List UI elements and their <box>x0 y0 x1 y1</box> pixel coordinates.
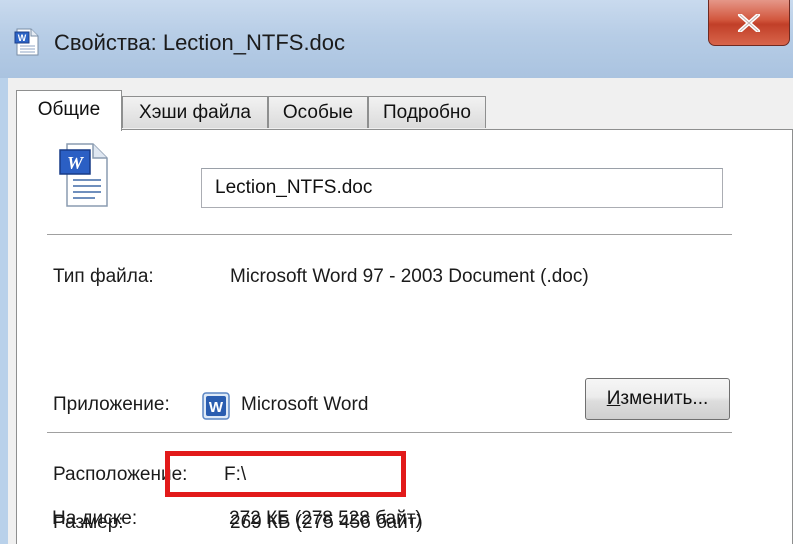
on-disk-label: На диске: <box>52 508 138 529</box>
dialog-client-area: Общие Хэши файла Особые Подробно W Тип ф… <box>8 78 793 544</box>
tab-file-hashes[interactable]: Хэши файла <box>122 96 268 128</box>
general-tab-panel: W Тип файла: Microsoft Word 97 - 2003 Do… <box>16 129 793 544</box>
svg-text:W: W <box>67 153 85 173</box>
tab-special[interactable]: Особые <box>268 96 368 128</box>
change-button-label: зменить... <box>620 388 709 409</box>
change-button[interactable]: Изменить... <box>585 378 730 420</box>
svg-text:W: W <box>209 399 224 416</box>
window-title: Свойства: Lection_NTFS.doc <box>54 30 346 55</box>
svg-text:W: W <box>18 33 27 43</box>
close-icon <box>738 14 760 32</box>
word-document-icon: W <box>59 143 108 207</box>
change-button-hotkey: И <box>606 388 621 409</box>
tab-general[interactable]: Общие <box>16 90 122 131</box>
file-name-input[interactable] <box>201 168 723 208</box>
tab-details[interactable]: Подробно <box>368 96 486 128</box>
file-type-label: Тип файла: <box>53 266 154 287</box>
file-type-value: Microsoft Word 97 - 2003 Document (.doc) <box>230 266 589 287</box>
location-label: Расположение: <box>53 464 188 485</box>
properties-window: W Свойства: Lection_NTFS.doc Общие Хэши … <box>0 0 793 544</box>
word-app-icon: W <box>202 392 230 420</box>
location-value: F:\ <box>224 464 247 485</box>
divider <box>47 432 732 433</box>
divider <box>47 234 732 235</box>
title-bar[interactable]: W Свойства: Lection_NTFS.doc <box>0 0 793 78</box>
application-label: Приложение: <box>53 394 170 415</box>
close-button[interactable] <box>708 0 790 46</box>
word-document-icon: W <box>14 28 39 56</box>
application-value: Microsoft Word <box>241 394 369 415</box>
on-disk-value: 272 КБ (278 528 байт) <box>229 508 422 529</box>
